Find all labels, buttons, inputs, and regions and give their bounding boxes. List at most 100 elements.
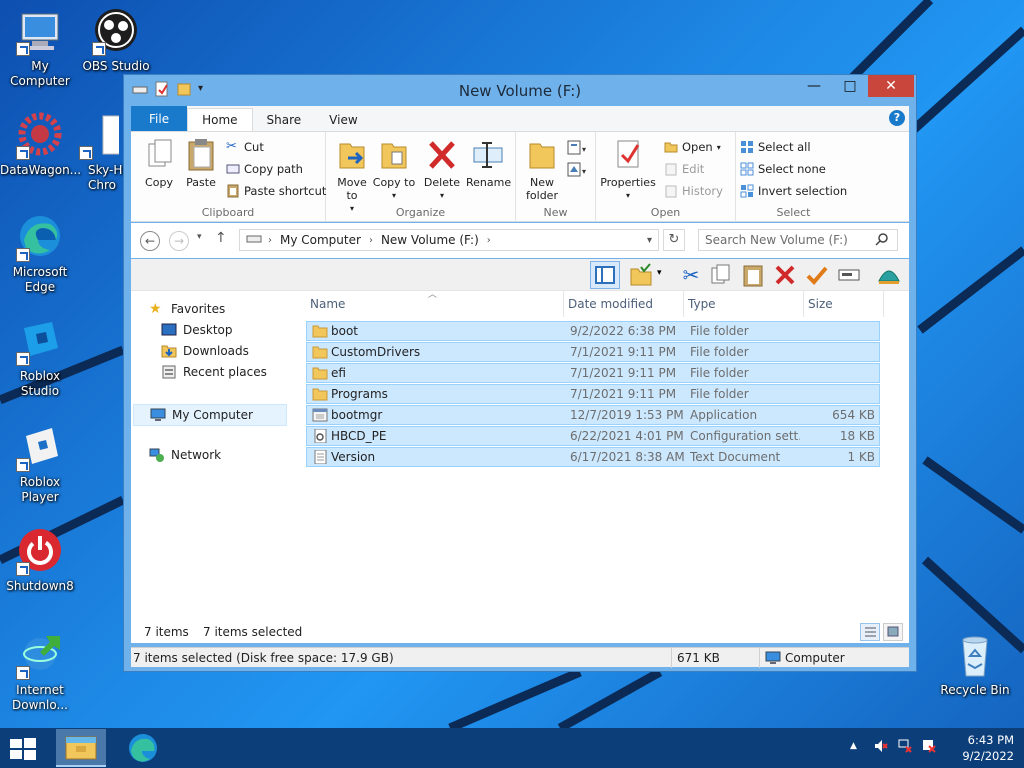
file-row[interactable]: Version 6/17/2021 8:38 AM Text Document …	[306, 447, 880, 467]
history-button[interactable]: History	[664, 184, 723, 198]
chevron-down-icon[interactable]: ▾	[657, 268, 662, 278]
tab-view[interactable]: View	[315, 109, 371, 131]
cut-button[interactable]: ✂ Cut	[226, 140, 264, 155]
organize-folder-icon[interactable]	[629, 263, 653, 287]
file-type: File folder	[690, 366, 749, 380]
copy-path-icon	[226, 162, 240, 176]
file-row[interactable]: efi 7/1/2021 9:11 PM File folder	[306, 363, 880, 383]
search-input[interactable]: Search New Volume (F:)	[698, 229, 898, 251]
taskbar-file-explorer[interactable]	[56, 729, 106, 767]
details-view-icon[interactable]	[860, 623, 880, 641]
action-center-icon[interactable]	[922, 739, 936, 753]
status-bar: 7 items 7 items selected	[131, 623, 909, 643]
column-header-name[interactable]: Name	[306, 291, 564, 317]
taskbar-edge[interactable]	[118, 729, 168, 767]
copy-to-button[interactable]: Copy to ▾	[372, 138, 416, 202]
breadcrumb-new-volume[interactable]: New Volume (F:)	[381, 233, 479, 247]
open-button[interactable]: Open ▾	[664, 140, 721, 154]
file-row[interactable]: Programs 7/1/2021 9:11 PM File folder	[306, 384, 880, 404]
recent-locations-icon[interactable]: ▾	[197, 232, 202, 242]
desktop-icon-sky-hi[interactable]: Sky-Hi Chro	[74, 112, 124, 193]
preview-pane-button[interactable]	[590, 261, 620, 289]
paste-shortcut-button[interactable]: Paste shortcut	[226, 184, 326, 198]
column-header-date[interactable]: Date modified	[564, 291, 684, 317]
title-bar[interactable]: ▾ New Volume (F:) — □ ✕	[124, 75, 916, 105]
folder-icon	[312, 324, 328, 338]
desktop-icon-recycle-bin[interactable]: Recycle Bin	[935, 632, 1015, 698]
column-header-size[interactable]: Size	[804, 291, 884, 317]
nav-downloads[interactable]: Downloads	[161, 343, 249, 359]
desktop-icon-obs-studio[interactable]: OBS Studio	[76, 8, 156, 74]
select-none-button[interactable]: Select none	[740, 162, 826, 176]
copy-button[interactable]: Copy	[137, 138, 181, 189]
star-icon: ★	[149, 301, 162, 317]
rename-button[interactable]: Rename	[466, 138, 511, 189]
desktop-icon-datawagon[interactable]: DataWagon...	[0, 112, 81, 178]
desktop-icon-internet-download[interactable]: Internet Downlo...	[0, 632, 80, 713]
address-bar[interactable]: › My Computer › New Volume (F:) › ▾	[239, 229, 659, 251]
edge-icon	[16, 214, 64, 262]
select-all-button[interactable]: Select all	[740, 140, 811, 154]
up-button[interactable]: ↑	[215, 230, 227, 246]
address-dropdown-icon[interactable]: ▾	[647, 235, 652, 246]
paste-icon[interactable]	[741, 263, 765, 287]
close-button[interactable]: ✕	[868, 75, 914, 97]
start-button[interactable]	[8, 736, 38, 762]
rename-icon[interactable]	[837, 263, 861, 287]
column-header-type[interactable]: Type	[684, 291, 804, 317]
desktop-icon-label: My Computer	[10, 59, 70, 88]
nav-favorites[interactable]: ★ Favorites	[149, 301, 225, 317]
help-icon[interactable]: ?	[889, 110, 905, 126]
file-name: efi	[331, 366, 346, 380]
search-icon[interactable]	[875, 232, 889, 246]
network-status-icon[interactable]	[898, 739, 912, 753]
new-folder-icon	[526, 138, 558, 172]
tab-home[interactable]: Home	[187, 108, 253, 131]
desktop-icon-roblox-player[interactable]: Roblox Player	[0, 424, 80, 505]
file-row[interactable]: CustomDrivers 7/1/2021 9:11 PM File fold…	[306, 342, 880, 362]
show-hidden-icons-icon[interactable]: ▲	[850, 739, 864, 753]
file-row[interactable]: bootmgr 12/7/2019 1:53 PM Application 65…	[306, 405, 880, 425]
delete-icon[interactable]	[773, 263, 797, 287]
file-row[interactable]: boot 9/2/2022 6:38 PM File folder	[306, 321, 880, 341]
properties-button[interactable]: Properties ▾	[600, 138, 656, 202]
easy-access-icon[interactable]: ▾	[566, 162, 588, 178]
application-icon	[312, 408, 328, 422]
chevron-down-icon: ▾	[439, 191, 444, 200]
nav-my-computer[interactable]: My Computer	[133, 404, 287, 426]
desktop-icon-roblox-studio[interactable]: Roblox Studio	[0, 318, 80, 399]
clock[interactable]: 6:43 PM 9/2/2022	[962, 732, 1014, 764]
new-item-icon[interactable]: ▾	[566, 140, 588, 156]
move-to-button[interactable]: Move to ▾	[330, 138, 374, 215]
back-button[interactable]: ←	[140, 231, 160, 251]
edit-button[interactable]: Edit	[664, 162, 704, 176]
nav-recent-places[interactable]: Recent places	[161, 364, 267, 380]
forward-button[interactable]: →	[169, 231, 189, 251]
volume-muted-icon[interactable]	[874, 739, 888, 753]
large-icons-view-icon[interactable]	[883, 623, 903, 641]
breadcrumb-my-computer[interactable]: My Computer	[280, 233, 361, 247]
tab-share[interactable]: Share	[253, 109, 316, 131]
nav-desktop[interactable]: Desktop	[161, 322, 233, 338]
delete-button[interactable]: Delete ▾	[420, 138, 464, 202]
copy-path-button[interactable]: Copy path	[226, 162, 303, 176]
new-folder-button[interactable]: New folder	[520, 138, 564, 202]
navigation-pane: ★ Favorites Desktop Downloads Recent pla…	[131, 291, 297, 643]
desktop-icon-shutdown[interactable]: Shutdown8	[0, 528, 80, 594]
desktop-icon-edge[interactable]: Microsoft Edge	[0, 214, 80, 295]
paste-button[interactable]: Paste	[179, 138, 223, 189]
checkmark-icon[interactable]	[805, 263, 829, 287]
refresh-button[interactable]: ↻	[663, 229, 685, 251]
copy-icon[interactable]	[709, 263, 733, 287]
desktop-icon-my-computer[interactable]: My Computer	[0, 8, 80, 89]
minimize-button[interactable]: —	[796, 75, 832, 97]
file-row[interactable]: HBCD_PE 6/22/2021 4:01 PM Configuration …	[306, 426, 880, 446]
cut-icon[interactable]: ✂	[679, 263, 703, 287]
invert-selection-button[interactable]: Invert selection	[740, 184, 847, 198]
nav-network[interactable]: Network	[149, 447, 221, 463]
folder-icon	[312, 366, 328, 380]
tab-file[interactable]: File	[131, 106, 188, 131]
details-bar: 7 items selected (Disk free space: 17.9 …	[131, 647, 909, 668]
shell-icon[interactable]	[877, 263, 901, 287]
maximize-button[interactable]: □	[832, 75, 868, 97]
